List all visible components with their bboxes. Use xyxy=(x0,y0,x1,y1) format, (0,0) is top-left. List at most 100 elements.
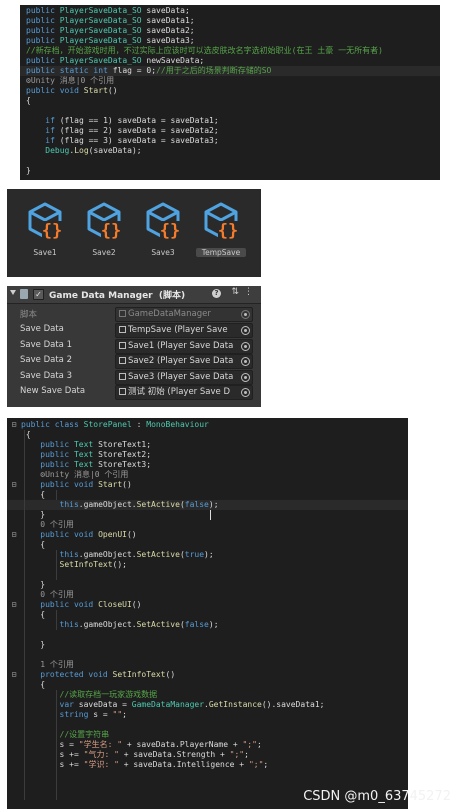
foldout-arrow-icon[interactable] xyxy=(10,290,16,295)
code-text: ⚙Unity 消息|0 个引用 xyxy=(21,470,128,480)
collapse-toggle-icon[interactable]: ⊟ xyxy=(10,670,18,680)
code-line[interactable]: } xyxy=(7,640,408,650)
code-line[interactable]: ⊟ protected void SetInfoText() xyxy=(7,670,408,680)
component-header[interactable]: ✓ Game Data Manager (脚本) ? ⇅ ⋮ xyxy=(7,286,261,304)
object-reference-field[interactable]: Save1 (Player Save Data xyxy=(115,338,253,354)
object-picker-icon[interactable] xyxy=(241,388,250,397)
object-reference-field[interactable]: Save2 (Player Save Data xyxy=(115,354,253,369)
object-reference-field[interactable]: TempSave (Player Save xyxy=(115,323,253,338)
code-line[interactable]: if (flag == 2) saveData = saveData2; xyxy=(20,126,440,136)
enabled-checkbox[interactable]: ✓ xyxy=(33,289,44,300)
code-line[interactable]: { xyxy=(7,430,408,440)
code-line[interactable]: } xyxy=(7,510,408,520)
code-line[interactable]: public PlayerSaveData_SO saveData; xyxy=(20,6,440,16)
code-token: flag = 0; xyxy=(112,66,157,75)
code-line[interactable]: string s = ""; xyxy=(7,710,408,720)
code-line[interactable]: public PlayerSaveData_SO saveData3; xyxy=(20,36,440,46)
object-reference-field[interactable]: Save3 (Player Save Data xyxy=(115,369,253,385)
code-line[interactable]: public void Start() xyxy=(20,86,440,96)
code-line[interactable] xyxy=(7,720,408,730)
object-picker-icon[interactable] xyxy=(241,372,250,382)
indent-guide xyxy=(56,550,57,580)
code-text: { xyxy=(21,430,31,440)
code-line[interactable]: var saveData = GameDataManager.GetInstan… xyxy=(7,700,408,710)
code-line[interactable]: Debug.Log(saveData); xyxy=(20,146,440,156)
code-line[interactable]: ⊟ public void OpenUI() xyxy=(7,530,408,540)
collapse-toggle-icon[interactable]: ⊟ xyxy=(10,600,18,610)
code-text: this.gameObject.SetActive(true); xyxy=(21,550,214,560)
asset-save1[interactable]: {} Save1 xyxy=(21,201,69,261)
code-line[interactable]: { xyxy=(7,680,408,690)
code-line[interactable]: //设置字符串 xyxy=(7,730,408,740)
code-text: public static int flag = 0;//用于之后的场景判断存储… xyxy=(26,66,271,76)
code-token: ";" xyxy=(229,750,245,759)
code-token: (); xyxy=(112,560,127,569)
code-line[interactable]: public Text StoreText2; xyxy=(7,450,408,460)
collapse-toggle-icon[interactable]: ⊟ xyxy=(10,420,18,430)
code-token: public xyxy=(26,6,60,15)
object-reference-field[interactable]: 测试 初始 (Player Save D xyxy=(115,385,253,400)
field-value: Save2 (Player Save Data xyxy=(128,356,234,366)
asset-save3[interactable]: {} Save3 xyxy=(139,201,187,261)
code-line[interactable]: //新存档，开始游戏时用，不过实际上应该时可以选皮肤改名字选初始职业(在王 土豪… xyxy=(20,46,440,56)
code-line[interactable]: this.gameObject.SetActive(false); xyxy=(7,620,408,630)
code-line[interactable]: ⊟ public void CloseUI() xyxy=(7,600,408,610)
code-line[interactable]: if (flag == 3) saveData = saveData3; xyxy=(20,136,440,146)
code-text: public Text StoreText2; xyxy=(21,450,151,460)
code-line[interactable]: 0 个引用 xyxy=(7,520,408,530)
collapse-toggle-icon[interactable]: ⊟ xyxy=(10,530,18,540)
code-line[interactable] xyxy=(7,650,408,660)
svg-text:{}: {} xyxy=(218,221,238,241)
code-line[interactable] xyxy=(7,570,408,580)
code-line[interactable]: { xyxy=(20,96,440,106)
code-token: public void xyxy=(26,86,84,95)
code-line[interactable]: { xyxy=(7,610,408,620)
code-line[interactable]: public PlayerSaveData_SO saveData1; xyxy=(20,16,440,26)
code-line[interactable] xyxy=(20,156,440,166)
project-asset-browser: {} Save1 {} Save2 {} Save3 {} TempSave xyxy=(7,189,261,277)
code-line[interactable]: //读取存档一玩家游戏数据 xyxy=(7,690,408,700)
code-line[interactable]: SetInfoText(); xyxy=(7,560,408,570)
code-line[interactable]: public Text StoreText3; xyxy=(7,460,408,470)
code-line[interactable]: } xyxy=(20,166,440,176)
code-line[interactable]: s += "学识: " + saveData.Intelligence + ";… xyxy=(7,760,408,770)
code-text: Debug.Log(saveData); xyxy=(26,146,141,156)
code-line[interactable]: this.gameObject.SetActive(false); xyxy=(7,500,408,510)
code-token: newSaveData; xyxy=(146,56,205,65)
code-line[interactable]: ⊟ public class StorePanel : MonoBehaviour xyxy=(7,420,408,430)
code-line[interactable]: s += "气力: " + saveData.Strength + ";"; xyxy=(7,750,408,760)
code-line[interactable]: { xyxy=(7,540,408,550)
code-line[interactable]: public PlayerSaveData_SO saveData2; xyxy=(20,26,440,36)
code-text: public PlayerSaveData_SO saveData3; xyxy=(26,36,195,46)
code-line[interactable]: public PlayerSaveData_SO newSaveData; xyxy=(20,56,440,66)
code-line[interactable]: s = "学生名: " + saveData.PlayerName + ";"; xyxy=(7,740,408,750)
code-line[interactable]: 1 个引用 xyxy=(7,660,408,670)
code-line[interactable]: { xyxy=(7,490,408,500)
object-picker-icon[interactable] xyxy=(241,326,250,335)
code-line[interactable]: public Text StoreText1; xyxy=(7,440,408,450)
asset-label: Save2 xyxy=(92,248,116,257)
code-line[interactable]: } xyxy=(7,580,408,590)
code-token: ; xyxy=(256,740,262,749)
object-picker-icon[interactable] xyxy=(241,357,250,366)
code-line[interactable]: this.gameObject.SetActive(true); xyxy=(7,550,408,560)
code-line[interactable]: public static int flag = 0;//用于之后的场景判断存储… xyxy=(20,66,440,76)
code-line[interactable]: if (flag == 1) saveData = saveData1; xyxy=(20,116,440,126)
code-token: SetActive xyxy=(136,620,180,629)
code-line[interactable]: 0 个引用 xyxy=(7,590,408,600)
code-line[interactable]: ⊟ public void Start() xyxy=(7,480,408,490)
code-line[interactable]: ⚙Unity 消息|0 个引用 xyxy=(7,470,408,480)
asset-save2[interactable]: {} Save2 xyxy=(80,201,128,261)
preset-icon[interactable]: ⇅ xyxy=(231,287,239,297)
help-icon[interactable]: ? xyxy=(212,289,221,298)
more-options-icon[interactable]: ⋮ xyxy=(244,287,253,297)
code-token: ); xyxy=(208,620,219,629)
code-line[interactable]: ⚙Unity 消息|0 个引用 xyxy=(20,76,440,86)
collapse-toggle-icon[interactable]: ⊟ xyxy=(10,480,18,490)
inspector-field-row: Save Data 2 Save2 (Player Save Data xyxy=(7,353,261,369)
asset-tempsave[interactable]: {} TempSave xyxy=(196,201,246,261)
code-token: saveData3; xyxy=(146,36,195,45)
code-line[interactable] xyxy=(20,106,440,116)
object-picker-icon[interactable] xyxy=(241,341,250,351)
code-line[interactable] xyxy=(7,630,408,640)
